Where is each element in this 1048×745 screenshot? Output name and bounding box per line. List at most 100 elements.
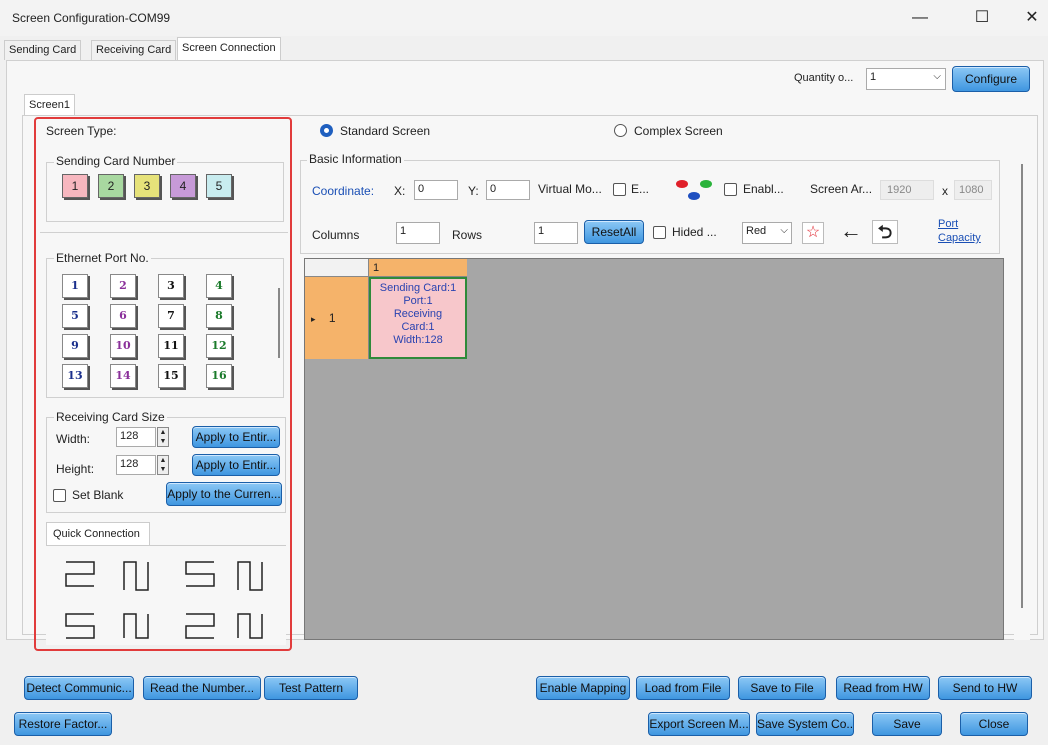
ethernet-port-5-button[interactable]: 5 bbox=[62, 304, 88, 328]
tab-screen1[interactable]: Screen1 bbox=[24, 94, 75, 116]
virtual-e-label: E... bbox=[631, 182, 650, 196]
tab-screen-connection[interactable]: Screen Connection bbox=[177, 37, 281, 61]
port-scrollbar[interactable] bbox=[278, 288, 280, 358]
hided-label: Hided ... bbox=[672, 225, 717, 239]
enable-checkbox[interactable] bbox=[724, 183, 737, 196]
quick-connection-tab[interactable]: Quick Connection bbox=[46, 522, 150, 546]
snake-h-left-icon[interactable] bbox=[185, 561, 215, 587]
detect-communic-button[interactable]: Detect Communic... bbox=[24, 676, 134, 700]
snake-h-right-icon[interactable] bbox=[65, 561, 95, 587]
virtual-mode-label: Virtual Mo... bbox=[538, 182, 602, 196]
sending-card-4-button[interactable]: 4 bbox=[170, 174, 196, 198]
apply-entire-width-button[interactable]: Apply to Entir... bbox=[192, 426, 280, 448]
sending-card-1-button[interactable]: 1 bbox=[62, 174, 88, 198]
vertical-scrollbar[interactable] bbox=[1014, 150, 1030, 640]
ethernet-port-9-button[interactable]: 9 bbox=[62, 334, 88, 358]
ethernet-port-1-button[interactable]: 1 bbox=[62, 274, 88, 298]
divider bbox=[40, 232, 288, 233]
snake-h-left-2-icon[interactable] bbox=[65, 613, 95, 639]
ethernet-port-11-button[interactable]: 11 bbox=[158, 334, 184, 358]
width-spinner[interactable]: ▲ ▼ bbox=[157, 427, 169, 447]
apply-entire-height-button[interactable]: Apply to Entir... bbox=[192, 454, 280, 476]
area-height-field: 1080 bbox=[954, 180, 992, 200]
arrow-left-icon[interactable]: ← bbox=[838, 220, 864, 244]
x-input[interactable]: 0 bbox=[414, 180, 458, 200]
screen-configuration-window: Screen Configuration-COM99 — ☐ ✕ Sending… bbox=[0, 0, 1048, 745]
tab-receiving-card[interactable]: Receiving Card bbox=[91, 40, 177, 60]
ethernet-port-4-button[interactable]: 4 bbox=[206, 274, 232, 298]
title-bar: Screen Configuration-COM99 — ☐ ✕ bbox=[0, 0, 1048, 36]
ethernet-port-16-button[interactable]: 16 bbox=[206, 364, 232, 388]
ethernet-port-13-button[interactable]: 13 bbox=[62, 364, 88, 388]
sending-card-2-button[interactable]: 2 bbox=[98, 174, 124, 198]
ethernet-port-8-button[interactable]: 8 bbox=[206, 304, 232, 328]
save-system-co-button[interactable]: Save System Co... bbox=[756, 712, 854, 736]
sending-card-list: 12345 bbox=[62, 174, 282, 204]
send-to-hw-button[interactable]: Send to HW bbox=[938, 676, 1032, 700]
port-capacity-link-1[interactable]: Port bbox=[938, 218, 958, 230]
width-label: Width: bbox=[56, 432, 91, 446]
ethernet-port-label: Ethernet Port No. bbox=[54, 251, 151, 265]
standard-screen-radio[interactable] bbox=[320, 124, 333, 137]
undo-icon[interactable]: ⮌ bbox=[872, 220, 898, 244]
rows-input[interactable]: 1 bbox=[534, 222, 578, 244]
port-capacity-link-2[interactable]: Capacity bbox=[938, 232, 981, 244]
scrollbar-thumb[interactable] bbox=[1021, 164, 1023, 608]
snake-v-down-2-icon[interactable] bbox=[123, 613, 149, 639]
ethernet-port-3-button[interactable]: 3 bbox=[158, 274, 184, 298]
minimize-button[interactable]: — bbox=[900, 4, 940, 32]
column-header-1[interactable]: 1 bbox=[369, 259, 467, 277]
columns-input[interactable]: 1 bbox=[396, 222, 440, 244]
row-header-1[interactable]: ▸ 1 bbox=[305, 277, 369, 359]
snake-h-right-2-icon[interactable] bbox=[185, 613, 215, 639]
export-screen-m-button[interactable]: Export Screen M... bbox=[648, 712, 750, 736]
rows-label: Rows bbox=[452, 228, 483, 242]
virtual-e-checkbox[interactable] bbox=[613, 183, 626, 196]
ethernet-port-7-button[interactable]: 7 bbox=[158, 304, 184, 328]
snake-v-up-2-icon[interactable] bbox=[237, 613, 263, 639]
ethernet-port-2-button[interactable]: 2 bbox=[110, 274, 136, 298]
star-icon[interactable]: ☆ bbox=[802, 222, 824, 244]
complex-screen-radio[interactable] bbox=[614, 124, 627, 137]
close-button[interactable]: Close bbox=[960, 712, 1028, 736]
set-blank-checkbox[interactable] bbox=[53, 489, 66, 502]
cell-line: Sending Card:1 bbox=[379, 282, 457, 294]
width-input[interactable]: 128 bbox=[116, 427, 156, 447]
sending-card-5-button[interactable]: 5 bbox=[206, 174, 232, 198]
color-select-value: Red bbox=[746, 225, 767, 237]
ethernet-port-15-button[interactable]: 15 bbox=[158, 364, 184, 388]
ethernet-port-12-button[interactable]: 12 bbox=[206, 334, 232, 358]
quantity-select[interactable]: 1 ⌵ bbox=[866, 68, 946, 90]
ethernet-port-10-button[interactable]: 10 bbox=[110, 334, 136, 358]
row-header-label: 1 bbox=[328, 311, 336, 325]
read-the-number-button[interactable]: Read the Number... bbox=[143, 676, 261, 700]
sending-card-3-button[interactable]: 3 bbox=[134, 174, 160, 198]
close-window-button[interactable]: ✕ bbox=[1012, 4, 1048, 32]
snake-v-up-icon[interactable] bbox=[123, 561, 149, 591]
hided-checkbox[interactable] bbox=[653, 226, 666, 239]
screen-grid[interactable]: 1 ▸ 1 Sending Card:1 Port:1 Receiving Card:… bbox=[304, 258, 1004, 640]
y-input[interactable]: 0 bbox=[486, 180, 530, 200]
maximize-button[interactable]: ☐ bbox=[962, 4, 1002, 32]
sending-card-number-label: Sending Card Number bbox=[54, 154, 178, 168]
test-pattern-button[interactable]: Test Pattern bbox=[264, 676, 358, 700]
height-input[interactable]: 128 bbox=[116, 455, 156, 475]
tab-sending-card[interactable]: Sending Card bbox=[4, 40, 82, 60]
color-select[interactable]: Red ⌵ bbox=[742, 222, 792, 244]
restore-factor-button[interactable]: Restore Factor... bbox=[14, 712, 112, 736]
reset-all-button[interactable]: ResetAll bbox=[584, 220, 644, 244]
save-to-file-button[interactable]: Save to File bbox=[738, 676, 826, 700]
ethernet-port-14-button[interactable]: 14 bbox=[110, 364, 136, 388]
grid-cell-1-1[interactable]: Sending Card:1 Port:1 Receiving Card:1 Width… bbox=[369, 277, 467, 359]
apply-current-button[interactable]: Apply to the Curren... bbox=[166, 482, 282, 506]
load-from-file-button[interactable]: Load from File bbox=[636, 676, 730, 700]
enable-mapping-button[interactable]: Enable Mapping bbox=[536, 676, 630, 700]
x-label: X: bbox=[394, 184, 406, 198]
quick-connection-icons bbox=[65, 561, 263, 639]
save-button[interactable]: Save bbox=[872, 712, 942, 736]
height-spinner[interactable]: ▲ ▼ bbox=[157, 455, 169, 475]
read-from-hw-button[interactable]: Read from HW bbox=[836, 676, 930, 700]
ethernet-port-6-button[interactable]: 6 bbox=[110, 304, 136, 328]
snake-v-down-icon[interactable] bbox=[237, 561, 263, 591]
configure-button[interactable]: Configure bbox=[952, 66, 1030, 92]
